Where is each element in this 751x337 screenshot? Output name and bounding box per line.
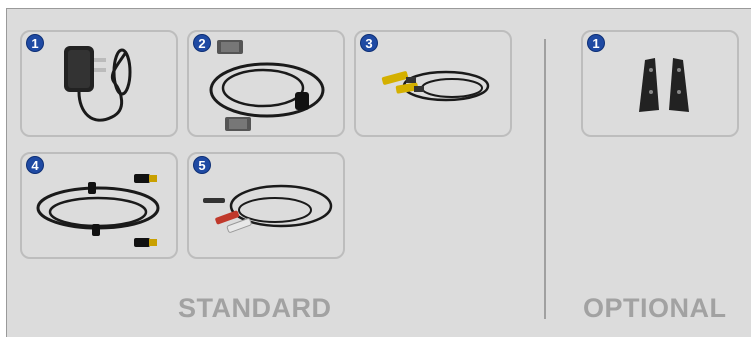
item-number-badge: 3 [360,34,378,52]
item-number-badge: 2 [193,34,211,52]
optional-label: OPTIONAL [583,293,727,323]
accessories-panel: 1 2 3 4 5 1 STANDARD OPTIONAL [6,8,751,337]
standard-item-rca-cable[interactable]: 3 [354,30,512,137]
section-divider [544,39,546,319]
item-number-badge: 5 [193,156,211,174]
hdmi-cable-icon [36,174,160,247]
standard-item-audio-rca-cable[interactable]: 5 [187,152,345,259]
standard-label: STANDARD [178,293,332,323]
item-number-badge: 1 [26,34,44,52]
standard-item-vga-cable[interactable]: 2 [187,30,345,137]
standard-item-power-adapter[interactable]: 1 [20,30,178,137]
mounting-bracket-icon [639,58,689,112]
audio-rca-cable-icon [203,184,333,233]
rca-cable-icon [381,70,490,102]
power-adapter-icon [64,46,132,122]
vga-cable-icon [209,40,325,131]
item-number-badge: 4 [26,156,44,174]
standard-item-hdmi-cable[interactable]: 4 [20,152,178,259]
item-number-badge: 1 [587,34,605,52]
optional-item-mounting-bracket[interactable]: 1 [581,30,739,137]
